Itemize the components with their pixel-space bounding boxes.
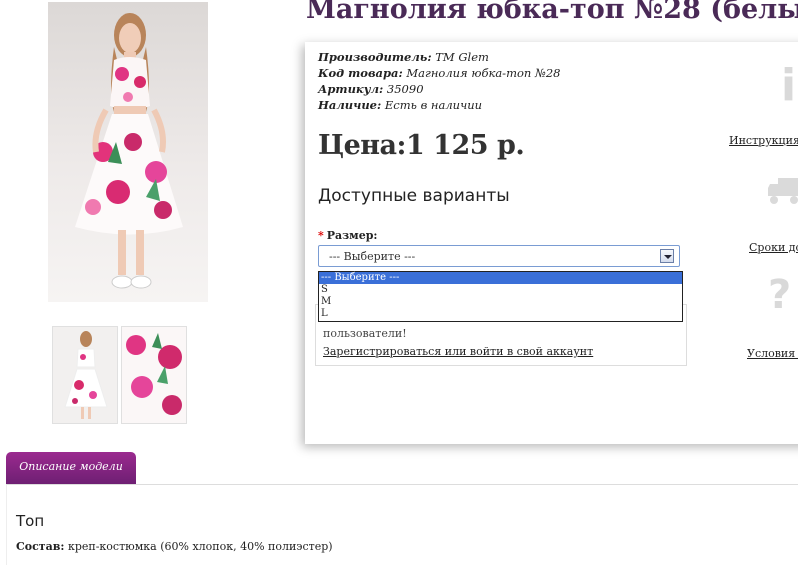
thumbnail-front-image bbox=[64, 331, 108, 419]
description-title: Топ bbox=[16, 512, 45, 530]
product-title: Магнолия юбка-топ №28 (белый) bbox=[306, 0, 798, 25]
composition: Состав: креп-костюмка (60% хлопок, 40% п… bbox=[16, 540, 333, 553]
size-option-m[interactable]: M bbox=[319, 296, 682, 308]
instruction-link[interactable]: Инструкция bbox=[729, 134, 798, 147]
code-value: Магнолия юбка-топ №28 bbox=[406, 66, 561, 80]
size-label: * Размер: bbox=[318, 229, 378, 242]
code-label: Код товара: bbox=[318, 66, 403, 80]
article-value: 35090 bbox=[386, 82, 424, 96]
availability-value: Есть в наличии bbox=[384, 98, 483, 112]
product-info-panel: Производитель: TM Glem Код товара: Магно… bbox=[305, 42, 798, 444]
description-content: Топ Состав: креп-костюмка (60% хлопок, 4… bbox=[6, 484, 798, 565]
size-option-s[interactable]: S bbox=[319, 284, 682, 296]
thumbnail-detail[interactable] bbox=[121, 326, 187, 424]
composition-label: Состав: bbox=[16, 540, 65, 553]
size-option-placeholder[interactable]: --- Выберите --- bbox=[319, 272, 682, 284]
manufacturer-value: TM Glem bbox=[435, 50, 489, 64]
thumbnail-detail-image bbox=[122, 327, 186, 423]
delivery-link[interactable]: Сроки до bbox=[749, 241, 798, 254]
size-select-value: --- Выберите --- bbox=[329, 250, 416, 263]
info-icon: i bbox=[781, 60, 797, 111]
product-meta: Производитель: TM Glem Код товара: Магно… bbox=[318, 49, 560, 113]
conditions-link[interactable]: Условия п bbox=[747, 347, 798, 360]
login-message: пользователи! bbox=[323, 327, 407, 340]
thumbnail-front[interactable] bbox=[52, 326, 118, 424]
composition-value: креп-костюмка (60% хлопок, 40% полиэстер… bbox=[67, 540, 333, 553]
availability-label: Наличие: bbox=[318, 98, 382, 112]
size-label-text: Размер: bbox=[326, 229, 378, 242]
dress-illustration bbox=[75, 13, 183, 289]
question-icon: ? bbox=[768, 272, 792, 318]
register-login-link[interactable]: Зарегистрироваться или войти в свой акка… bbox=[323, 345, 593, 358]
size-dropdown-list[interactable]: --- Выберите --- S M L bbox=[318, 271, 683, 322]
product-main-image[interactable] bbox=[48, 2, 208, 302]
tab-description[interactable]: Описание модели bbox=[6, 452, 136, 484]
size-select[interactable]: --- Выберите --- bbox=[318, 245, 680, 267]
product-price: Цена:1 125 р. bbox=[318, 130, 525, 161]
size-option-l[interactable]: L bbox=[319, 308, 682, 320]
article-label: Артикул: bbox=[318, 82, 384, 96]
truck-icon bbox=[768, 170, 798, 214]
manufacturer-label: Производитель: bbox=[318, 50, 432, 64]
required-mark: * bbox=[318, 229, 324, 242]
variants-heading: Доступные варианты bbox=[318, 186, 510, 206]
chevron-down-icon[interactable] bbox=[660, 249, 674, 263]
